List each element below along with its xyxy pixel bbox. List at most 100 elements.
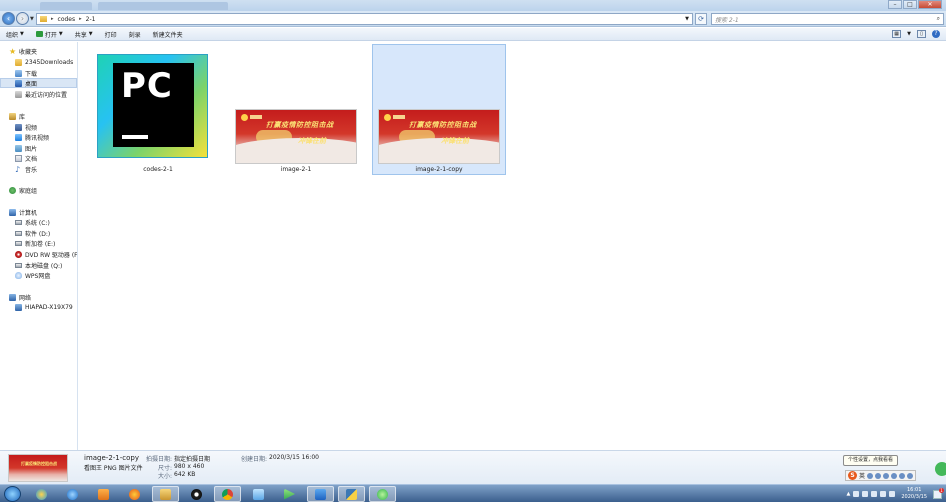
- start-button[interactable]: [4, 486, 21, 502]
- file-item-image-2-1[interactable]: 打赢疫情防控阻击战 冲锋在前 image-2-1: [229, 44, 363, 175]
- star-icon: ★: [9, 46, 17, 56]
- help-icon[interactable]: ?: [932, 30, 940, 38]
- maximize-button[interactable]: □: [903, 0, 917, 9]
- print-button[interactable]: 打印: [99, 29, 123, 40]
- taskbar-app-bird[interactable]: [245, 486, 272, 502]
- breadcrumb-codes[interactable]: codes: [58, 16, 76, 23]
- nav-label: 下载: [25, 70, 38, 78]
- nav-libraries[interactable]: 库: [9, 111, 25, 121]
- nav-item-drive-c[interactable]: 系统 (C:): [15, 217, 50, 227]
- app-icon: [35, 31, 43, 37]
- forward-button[interactable]: ›: [16, 12, 29, 25]
- organize-button[interactable]: 组织 ▼: [0, 29, 30, 40]
- taskbar-app-360[interactable]: [28, 486, 55, 502]
- nav-item-videos[interactable]: 视频: [15, 122, 37, 132]
- refresh-button[interactable]: ⟳: [695, 13, 707, 25]
- nav-item-wps-cloud[interactable]: WPS网盘: [15, 270, 50, 280]
- clock-time: 16:01: [906, 487, 922, 493]
- nav-item-recent[interactable]: 最近访问的位置: [15, 89, 67, 99]
- address-row: ‹ › ▼ ▸ codes ▸ 2-1 ▼ ⟳ 搜索 2-1 ⌕: [0, 11, 946, 27]
- ime-emoji-icon[interactable]: [875, 472, 882, 479]
- ime-punctuation-icon[interactable]: [867, 472, 874, 479]
- close-button[interactable]: ✕: [918, 0, 942, 9]
- nav-homegroup[interactable]: 家庭组: [9, 185, 37, 195]
- volume-tray-icon[interactable]: [889, 491, 896, 497]
- nav-item-downloads[interactable]: 下载: [15, 68, 37, 78]
- breadcrumb-separator[interactable]: ▸: [79, 16, 82, 22]
- nav-label: HIAPAD-X19X79: [25, 303, 73, 311]
- ime-skin-icon[interactable]: [899, 472, 906, 479]
- details-thumbnail: 打赢疫情防控阻击战: [8, 454, 68, 482]
- network-tray-icon[interactable]: [880, 491, 887, 497]
- drive-icon: [15, 219, 22, 225]
- image-thumbnail: 打赢疫情防控阻击战 冲锋在前: [378, 109, 500, 164]
- nav-item-desktop[interactable]: 桌面: [0, 78, 77, 88]
- taskbar-app-play[interactable]: [276, 486, 303, 502]
- media-disc-icon: [191, 488, 202, 500]
- taskbar-app-explorer[interactable]: [152, 486, 179, 502]
- clock[interactable]: 16:01 2020/3/15: [901, 487, 927, 501]
- taskbar-app-ie[interactable]: [59, 486, 86, 502]
- taskbar-app-wps[interactable]: [307, 486, 334, 502]
- nav-favorites[interactable]: ★ 收藏夹: [9, 46, 37, 56]
- ime-keyboard-icon[interactable]: [891, 472, 898, 479]
- nav-item-dvd-f[interactable]: DVD RW 驱动器 (F:: [15, 249, 77, 259]
- address-dropdown-icon[interactable]: ▼: [685, 16, 689, 22]
- chevron-down-icon: ▼: [20, 31, 24, 37]
- nav-item-documents[interactable]: 文档: [15, 153, 37, 163]
- assistant-bubble-icon[interactable]: [935, 462, 946, 476]
- pycharm-icon-underscore: [122, 135, 148, 139]
- nav-item-network-host[interactable]: HIAPAD-X19X79: [15, 302, 73, 312]
- burn-button[interactable]: 刻录: [123, 29, 147, 40]
- breadcrumb-current[interactable]: 2-1: [86, 16, 96, 23]
- taskbar-app-python[interactable]: [338, 486, 365, 502]
- folder-icon: [15, 58, 22, 66]
- ime-voice-icon[interactable]: [883, 472, 890, 479]
- title-tab: [40, 2, 92, 10]
- chevron-down-icon[interactable]: ▼: [907, 31, 911, 37]
- view-options-icon[interactable]: ▦: [892, 30, 902, 38]
- tooltip[interactable]: 个性设置，点我看看: [843, 455, 899, 466]
- taskbar-app-wechat[interactable]: [369, 486, 396, 502]
- nav-item-2345downloads[interactable]: 2345Downloads: [15, 57, 73, 67]
- library-icon: [9, 112, 16, 120]
- nav-item-drive-q[interactable]: 本地磁盘 (Q:): [15, 260, 62, 270]
- share-button[interactable]: 共享 ▼: [69, 29, 99, 40]
- minimize-button[interactable]: –: [888, 0, 902, 9]
- thumbnail-headline: 打赢疫情防控阻击战: [21, 461, 57, 466]
- nav-network[interactable]: 网络: [9, 292, 31, 302]
- nav-label: 本地磁盘 (Q:): [25, 262, 63, 270]
- tray-expand-icon[interactable]: ▲: [847, 491, 851, 497]
- nav-item-tencent-video[interactable]: 腾讯视频: [15, 132, 49, 142]
- folder-icon: [40, 16, 47, 22]
- nav-item-pictures[interactable]: 图片: [15, 143, 37, 153]
- ime-tools-icon[interactable]: [907, 472, 914, 479]
- taskbar-app-firefox[interactable]: [121, 486, 148, 502]
- recent-pages-dropdown[interactable]: ▼: [30, 16, 34, 22]
- details-taken-value[interactable]: 指定拍摄日期: [174, 454, 210, 463]
- new-folder-button[interactable]: 新建文件夹: [147, 29, 189, 40]
- flag-tray-icon[interactable]: [871, 491, 878, 497]
- nav-computer[interactable]: 计算机: [9, 207, 37, 217]
- breadcrumb-separator[interactable]: ▸: [51, 16, 54, 22]
- search-icon[interactable]: ⌕: [937, 15, 940, 23]
- update-tray-icon[interactable]: [862, 491, 869, 497]
- nav-item-music[interactable]: ♪ 音乐: [15, 164, 37, 174]
- file-item-codes-2-1[interactable]: PC codes-2-1: [91, 44, 225, 175]
- open-button[interactable]: 打开 ▼: [30, 29, 69, 40]
- ime-language[interactable]: 英: [859, 471, 865, 480]
- sogou-ime-icon[interactable]: S: [848, 471, 857, 480]
- security-tray-icon[interactable]: [853, 491, 860, 497]
- nav-item-drive-d[interactable]: 软件 (D:): [15, 228, 50, 238]
- preview-pane-icon[interactable]: ▯: [917, 30, 926, 38]
- notification-button[interactable]: 1: [933, 487, 944, 499]
- taskbar-app-media[interactable]: [183, 486, 210, 502]
- back-button[interactable]: ‹: [2, 12, 15, 25]
- search-input[interactable]: 搜索 2-1 ⌕: [711, 13, 944, 25]
- banner-subline: 冲锋在前: [441, 137, 469, 145]
- address-bar[interactable]: ▸ codes ▸ 2-1 ▼: [36, 13, 693, 25]
- taskbar-app-player[interactable]: [90, 486, 117, 502]
- taskbar-app-chrome[interactable]: [214, 486, 241, 502]
- nav-item-drive-e[interactable]: 新加卷 (E:): [15, 238, 55, 248]
- file-item-image-2-1-copy[interactable]: 打赢疫情防控阻击战 冲锋在前 image-2-1-copy: [372, 44, 506, 175]
